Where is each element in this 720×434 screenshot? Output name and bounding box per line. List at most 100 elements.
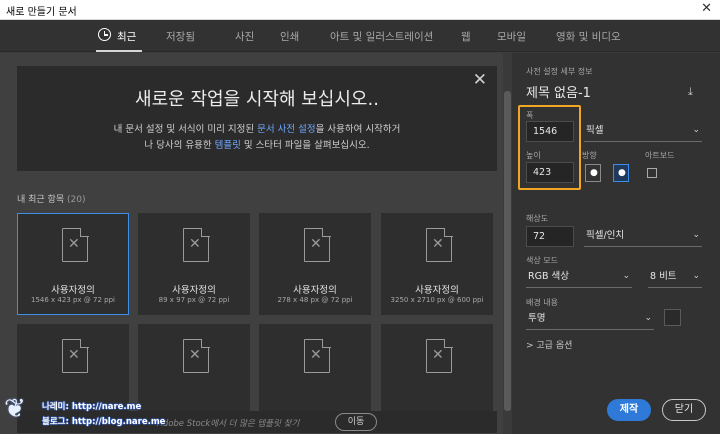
- welcome-banner: ✕ 새로운 작업을 시작해 보십시오.. 내 문서 설정 및 서식이 미리 지정…: [17, 66, 497, 171]
- brush-icon: ✕: [310, 236, 322, 252]
- document-icon: ✕: [304, 338, 331, 373]
- recent-item-card[interactable]: ✕ 사용자정의 1546 x 423 px @ 72 ppi: [17, 213, 129, 315]
- brush-icon: ✕: [432, 347, 444, 363]
- welcome-text-line1: 내 문서 설정 및 서식이 미리 지정된 문서 사전 설정을 사용하여 시작하거: [17, 121, 497, 135]
- save-preset-icon[interactable]: ⤓: [688, 85, 693, 99]
- document-icon: ✕: [62, 227, 89, 262]
- bit-depth-dropdown[interactable]: 8 비트 ⌄: [648, 267, 702, 288]
- tab-saved[interactable]: 저장됨: [166, 29, 195, 44]
- brush-icon: ✕: [68, 347, 80, 363]
- templates-link[interactable]: 템플릿: [215, 140, 241, 151]
- landscape-orientation-button[interactable]: ●: [613, 164, 629, 182]
- background-color-swatch[interactable]: [664, 309, 681, 326]
- recent-scrollbar[interactable]: [503, 53, 512, 434]
- unit-dropdown[interactable]: 픽셀 ⌄: [584, 121, 702, 142]
- active-tab-indicator: [96, 50, 142, 52]
- recent-item-card[interactable]: ✕ 사용자정의 278 x 48 px @ 72 ppi: [259, 213, 371, 315]
- advanced-options-toggle[interactable]: > 고급 옵션: [526, 338, 572, 351]
- recent-item-card[interactable]: ✕ 사용자정의 89 x 97 px @ 72 ppi: [138, 213, 250, 315]
- landscape-icon: ●: [618, 168, 626, 178]
- recent-count: (20): [67, 195, 86, 205]
- chevron-down-icon: ⌄: [644, 313, 652, 323]
- preset-details-label: 사전 설정 세부 정보: [526, 67, 593, 76]
- document-icon: ✕: [183, 338, 210, 373]
- new-document-dialog: 최근 저장됨 사진 인쇄 아트 및 일러스트레이션 웹 모바일 영화 및 비디오…: [0, 20, 720, 434]
- document-icon: ✕: [62, 338, 89, 373]
- scrollbar-thumb[interactable]: [504, 91, 511, 411]
- height-input[interactable]: 423: [526, 162, 574, 183]
- recent-items-label: 내 최근 항목 (20): [17, 192, 85, 205]
- color-mode-label: 색상 모드: [526, 256, 558, 265]
- recent-item-meta: 1546 x 423 px @ 72 ppi: [31, 296, 115, 304]
- recent-item-meta: 89 x 97 px @ 72 ppi: [158, 296, 230, 304]
- wing-logo-icon: ❦: [4, 394, 26, 424]
- document-name-field[interactable]: 제목 없음-1: [526, 82, 591, 101]
- orientation-label: 방향: [582, 151, 597, 160]
- recent-item-name: 사용자정의: [51, 285, 95, 296]
- unit-value: 픽셀: [586, 125, 604, 136]
- portrait-icon: ●: [590, 168, 598, 178]
- recent-label-text: 내 최근 항목: [17, 195, 65, 205]
- watermark: ❦ 나레미: http://nare.me 블로그: http://blog.n…: [4, 393, 174, 431]
- document-icon: ✕: [183, 227, 210, 262]
- color-mode-value: RGB 색상: [528, 271, 569, 282]
- close-button[interactable]: 닫기: [662, 399, 706, 421]
- background-dropdown[interactable]: 투명 ⌄: [526, 309, 654, 330]
- welcome-text: 을 사용하여 시작하거: [315, 124, 401, 135]
- recent-item-name: 사용자정의: [293, 285, 337, 296]
- brush-icon: ✕: [432, 236, 444, 252]
- chevron-down-icon: ⌄: [692, 271, 700, 281]
- brush-icon: ✕: [68, 236, 80, 252]
- tab-art-illustration[interactable]: 아트 및 일러스트레이션: [330, 29, 433, 44]
- color-mode-dropdown[interactable]: RGB 색상 ⌄: [526, 267, 632, 288]
- document-icon: ✕: [426, 227, 453, 262]
- brush-icon: ✕: [189, 236, 201, 252]
- preset-tabs: 최근 저장됨 사진 인쇄 아트 및 일러스트레이션 웹 모바일 영화 및 비디오: [0, 20, 720, 52]
- preset-details-panel: 사전 설정 세부 정보 제목 없음-1 ⤓ 폭 1546 픽셀 ⌄ 높이 방향 아…: [512, 53, 720, 434]
- tab-web[interactable]: 웹: [461, 29, 471, 44]
- recent-item-card[interactable]: ✕ 사용자정의 3250 x 2710 px @ 600 ppi: [381, 213, 493, 315]
- background-label: 배경 내용: [526, 298, 558, 307]
- tab-recent[interactable]: 최근: [117, 29, 136, 44]
- recent-panel: ✕ 새로운 작업을 시작해 보십시오.. 내 문서 설정 및 서식이 미리 지정…: [0, 53, 512, 434]
- recent-item-name: 사용자정의: [415, 285, 459, 296]
- chevron-down-icon: ⌄: [622, 271, 630, 281]
- presets-link[interactable]: 문서 사전 설정: [257, 124, 315, 135]
- tab-mobile[interactable]: 모바일: [497, 29, 526, 44]
- document-icon: ✕: [304, 227, 331, 262]
- title-bar: 새로 만들기 문서 ✕: [0, 0, 720, 20]
- resolution-unit-dropdown[interactable]: 픽셀/인치 ⌄: [584, 226, 702, 247]
- window-close-button[interactable]: ✕: [701, 1, 712, 16]
- stock-go-button[interactable]: 이동: [335, 413, 377, 431]
- welcome-text: 및 스타터 파일을 살펴보십시오.: [240, 140, 370, 151]
- artboard-label: 아트보드: [645, 151, 675, 160]
- welcome-text-line2: 나 당사의 유용한 템플릿 및 스타터 파일을 살펴보십시오.: [17, 137, 497, 151]
- brush-icon: ✕: [310, 347, 322, 363]
- recent-item-meta: 278 x 48 px @ 72 ppi: [277, 296, 353, 304]
- welcome-text: 나 당사의 유용한: [144, 140, 215, 151]
- portrait-orientation-button[interactable]: ●: [585, 164, 601, 182]
- resolution-label: 해상도: [526, 214, 549, 223]
- bit-depth-value: 8 비트: [650, 271, 677, 282]
- resolution-input[interactable]: 72: [526, 226, 574, 247]
- width-input[interactable]: 1546: [526, 121, 574, 142]
- stock-search-text: Adobe Stock에서 더 많은 템플릿 찾기: [157, 419, 300, 429]
- width-label: 폭: [526, 111, 534, 120]
- chevron-down-icon: ⌄: [692, 125, 700, 135]
- brush-icon: ✕: [189, 347, 201, 363]
- artboard-checkbox[interactable]: [647, 168, 657, 178]
- watermark-line2: 블로그: http://blog.nare.me: [42, 417, 166, 427]
- watermark-line1: 나레미: http://nare.me: [42, 402, 142, 412]
- window-title: 새로 만들기 문서: [6, 7, 77, 18]
- clock-icon: [98, 28, 111, 41]
- resolution-unit-value: 픽셀/인치: [586, 230, 625, 241]
- recent-item-meta: 3250 x 2710 px @ 600 ppi: [390, 296, 484, 304]
- welcome-heading: 새로운 작업을 시작해 보십시오..: [135, 89, 379, 110]
- tab-film-video[interactable]: 영화 및 비디오: [556, 29, 621, 44]
- create-button[interactable]: 제작: [607, 399, 651, 421]
- tab-photo[interactable]: 사진: [235, 29, 254, 44]
- recent-item-name: 사용자정의: [172, 285, 216, 296]
- chevron-down-icon: ⌄: [692, 230, 700, 240]
- tab-print[interactable]: 인쇄: [280, 29, 299, 44]
- height-label: 높이: [526, 151, 541, 160]
